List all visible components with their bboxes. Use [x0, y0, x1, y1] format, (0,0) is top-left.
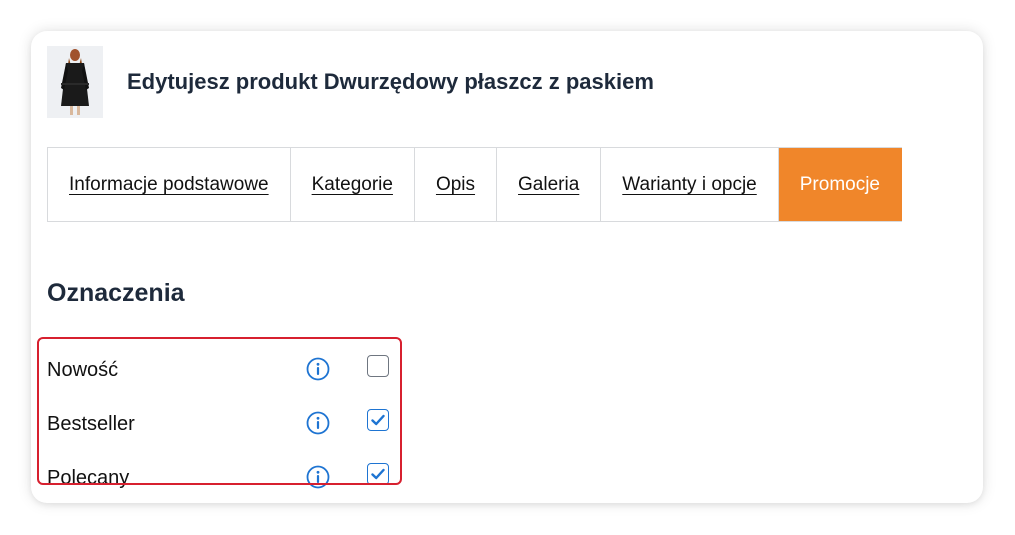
flags-list: Nowość Bestseller Polecany [47, 341, 389, 503]
polecany-checkbox[interactable] [367, 463, 389, 485]
checkmark-icon [371, 414, 385, 426]
flag-row-polecany: Polecany [47, 449, 389, 503]
info-icon[interactable] [306, 357, 330, 381]
tab-bar: Informacje podstawowe Kategorie Opis Gal… [47, 147, 902, 222]
flag-label: Nowość [47, 359, 119, 381]
tab-warianty-i-opcje[interactable]: Warianty i opcje [601, 148, 779, 221]
page-title: Edytujesz produkt Dwurzędowy płaszcz z p… [127, 69, 654, 94]
flag-row-bestseller: Bestseller [47, 395, 389, 449]
tab-informacje-podstawowe[interactable]: Informacje podstawowe [48, 148, 291, 221]
product-edit-card: Edytujesz produkt Dwurzędowy płaszcz z p… [31, 31, 983, 503]
tab-promocje[interactable]: Promocje [778, 148, 902, 221]
product-thumbnail [47, 46, 103, 118]
info-icon[interactable] [306, 465, 330, 489]
coat-image-icon [47, 46, 103, 118]
flag-row-nowosc: Nowość [47, 341, 389, 395]
tab-kategorie[interactable]: Kategorie [291, 148, 415, 221]
info-icon[interactable] [306, 411, 330, 435]
checkmark-icon [371, 468, 385, 480]
bestseller-checkbox[interactable] [367, 409, 389, 431]
tab-opis[interactable]: Opis [415, 148, 498, 221]
tab-galeria[interactable]: Galeria [497, 148, 602, 221]
nowosc-checkbox[interactable] [367, 355, 389, 377]
flag-label: Bestseller [47, 413, 135, 435]
flag-label: Polecany [47, 467, 130, 489]
section-title: Oznaczenia [47, 279, 185, 307]
